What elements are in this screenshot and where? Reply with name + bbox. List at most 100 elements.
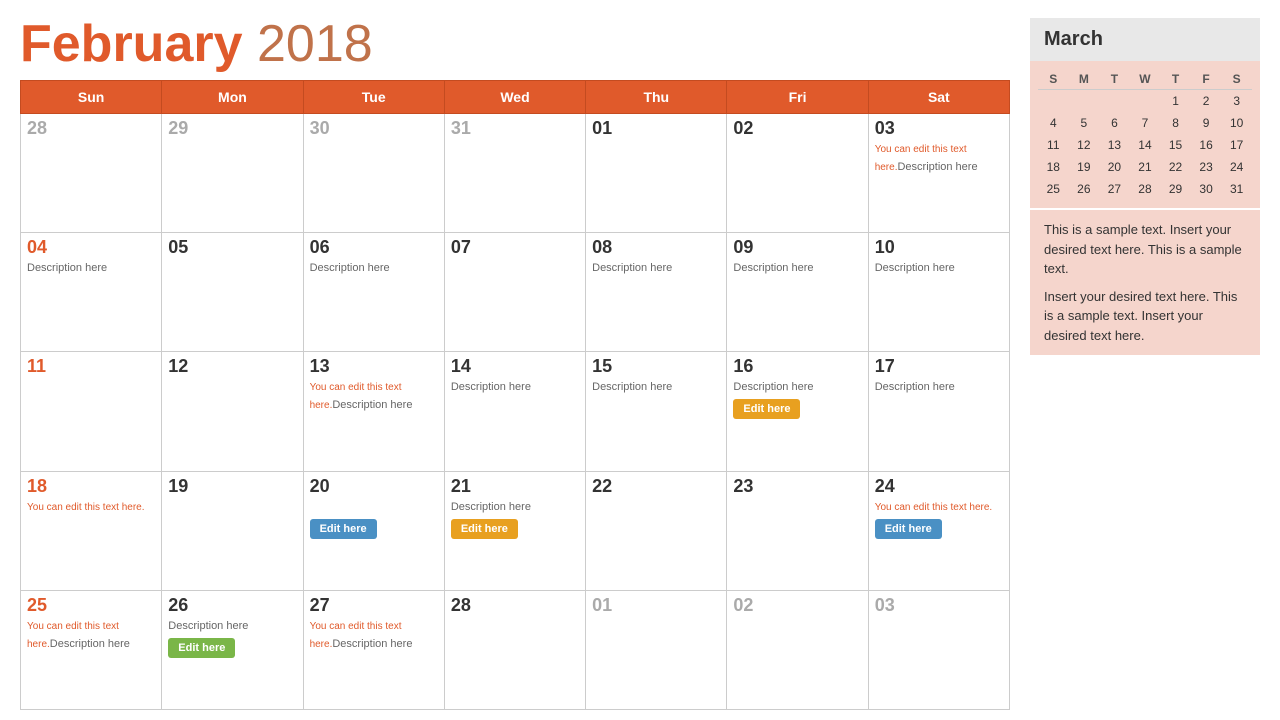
day-number: 10: [875, 237, 1003, 258]
calendar-cell: 07: [444, 233, 585, 352]
day-number: 08: [592, 237, 720, 258]
calendar-cell: 06 Description here: [303, 233, 444, 352]
calendar-cell: 22: [586, 471, 727, 590]
calendar-cell: 19: [162, 471, 303, 590]
edit-button[interactable]: Edit here: [875, 519, 942, 539]
calendar-cell: 03You can edit this text here.Descriptio…: [868, 114, 1009, 233]
calendar-cell: 29: [162, 114, 303, 233]
mini-cal-cell: 21: [1130, 156, 1161, 178]
mini-cal-row: 25262728293031: [1038, 178, 1252, 200]
day-number: 23: [733, 476, 861, 497]
desc-text: Description here: [310, 262, 390, 274]
calendar-cell: 09Description here: [727, 233, 868, 352]
mini-calendar: SMTWTFS 12345678910111213141516171819202…: [1030, 61, 1260, 208]
mini-cal-cell: 10: [1221, 112, 1252, 134]
main-layout: February 2018 SunMonTueWedThuFriSat 2829…: [20, 18, 1260, 710]
desc-text: Description here: [451, 501, 531, 513]
calendar-cell: 10Description here: [868, 233, 1009, 352]
calendar-cell: 18You can edit this text here.: [21, 471, 162, 590]
edit-button[interactable]: Edit here: [733, 399, 800, 419]
calendar-cell: 30: [303, 114, 444, 233]
mini-cal-cell: 5: [1069, 112, 1100, 134]
sidebar-text-p1: This is a sample text. Insert your desir…: [1044, 220, 1246, 279]
day-number: 24: [875, 476, 1003, 497]
weekday-header: Thu: [586, 81, 727, 114]
calendar-cell: 28: [444, 590, 585, 709]
right-panel: March SMTWTFS 12345678910111213141516171…: [1030, 18, 1260, 710]
mini-weekday: S: [1221, 69, 1252, 90]
sidebar-text-p2: Insert your desired text here. This is a…: [1044, 287, 1246, 346]
mini-cal-cell: 29: [1160, 178, 1191, 200]
desc-text: Description here: [332, 399, 412, 411]
desc-text: Description here: [50, 638, 130, 650]
mini-cal-cell: 17: [1221, 134, 1252, 156]
day-number: 25: [27, 595, 155, 616]
day-number: 02: [733, 595, 861, 616]
mini-weekday: M: [1069, 69, 1100, 90]
mini-cal-cell: 18: [1038, 156, 1069, 178]
calendar-cell: 01: [586, 114, 727, 233]
calendar-cell: 26Description hereEdit here: [162, 590, 303, 709]
day-number: 13: [310, 356, 438, 377]
day-number: 29: [168, 118, 296, 139]
sidebar-text-box: This is a sample text. Insert your desir…: [1030, 210, 1260, 355]
calendar-row: 111213You can edit this text here.Descri…: [21, 352, 1010, 471]
day-number: 17: [875, 356, 1003, 377]
calendar-row: 25You can edit this text here.Descriptio…: [21, 590, 1010, 709]
calendar-cell: 31: [444, 114, 585, 233]
calendar-cell: 05: [162, 233, 303, 352]
day-number: 27: [310, 595, 438, 616]
mini-cal-cell: 28: [1130, 178, 1161, 200]
day-number: 06: [310, 237, 438, 258]
mini-cal-cell: 27: [1099, 178, 1130, 200]
calendar-cell: 25You can edit this text here.Descriptio…: [21, 590, 162, 709]
mini-cal-cell: 20: [1099, 156, 1130, 178]
mini-cal-cell: 8: [1160, 112, 1191, 134]
calendar-row: 28293031010203You can edit this text her…: [21, 114, 1010, 233]
mini-weekday: F: [1191, 69, 1222, 90]
day-number: 15: [592, 356, 720, 377]
mini-cal-cell: 16: [1191, 134, 1222, 156]
calendar-cell: 02: [727, 590, 868, 709]
calendar-cell: 17 Description here: [868, 352, 1009, 471]
day-number: 31: [451, 118, 579, 139]
mini-cal-month: March: [1030, 18, 1260, 61]
weekday-header: Mon: [162, 81, 303, 114]
weekday-header-row: SunMonTueWedThuFriSat: [21, 81, 1010, 114]
edit-button[interactable]: Edit here: [310, 519, 377, 539]
mini-cal-table: SMTWTFS 12345678910111213141516171819202…: [1038, 69, 1252, 200]
mini-cal-row: 45678910: [1038, 112, 1252, 134]
calendar-cell: 24 You can edit this text here. Edit here: [868, 471, 1009, 590]
day-number: 20: [310, 476, 438, 497]
mini-cal-cell: 12: [1069, 134, 1100, 156]
mini-cal-cell: 2: [1191, 90, 1222, 113]
day-number: 30: [310, 118, 438, 139]
mini-cal-cell: 26: [1069, 178, 1100, 200]
year: 2018: [257, 15, 373, 73]
desc-text: Description here: [897, 161, 977, 173]
calendar-cell: 16Description hereEdit here: [727, 352, 868, 471]
calendar-cell: 20 Edit here: [303, 471, 444, 590]
day-number: 21: [451, 476, 579, 497]
calendar-cell: 15Description here: [586, 352, 727, 471]
mini-cal-row: 123: [1038, 90, 1252, 113]
mini-weekday: T: [1160, 69, 1191, 90]
edit-button[interactable]: Edit here: [451, 519, 518, 539]
mini-cal-cell: [1038, 90, 1069, 113]
edit-note: You can edit this text here.: [875, 502, 993, 513]
desc-text: Description here: [875, 381, 955, 393]
calendar-row: 04Description here0506Description here07…: [21, 233, 1010, 352]
mini-weekday: T: [1099, 69, 1130, 90]
day-number: 03: [875, 118, 1003, 139]
calendar-cell: 02: [727, 114, 868, 233]
desc-text: Description here: [332, 638, 412, 650]
mini-cal-cell: 25: [1038, 178, 1069, 200]
day-number: 12: [168, 356, 296, 377]
mini-cal-cell: 19: [1069, 156, 1100, 178]
mini-cal-cell: 11: [1038, 134, 1069, 156]
calendar-cell: 12: [162, 352, 303, 471]
edit-button[interactable]: Edit here: [168, 638, 235, 658]
calendar-cell: 03: [868, 590, 1009, 709]
day-number: 11: [27, 356, 155, 377]
day-number: 16: [733, 356, 861, 377]
